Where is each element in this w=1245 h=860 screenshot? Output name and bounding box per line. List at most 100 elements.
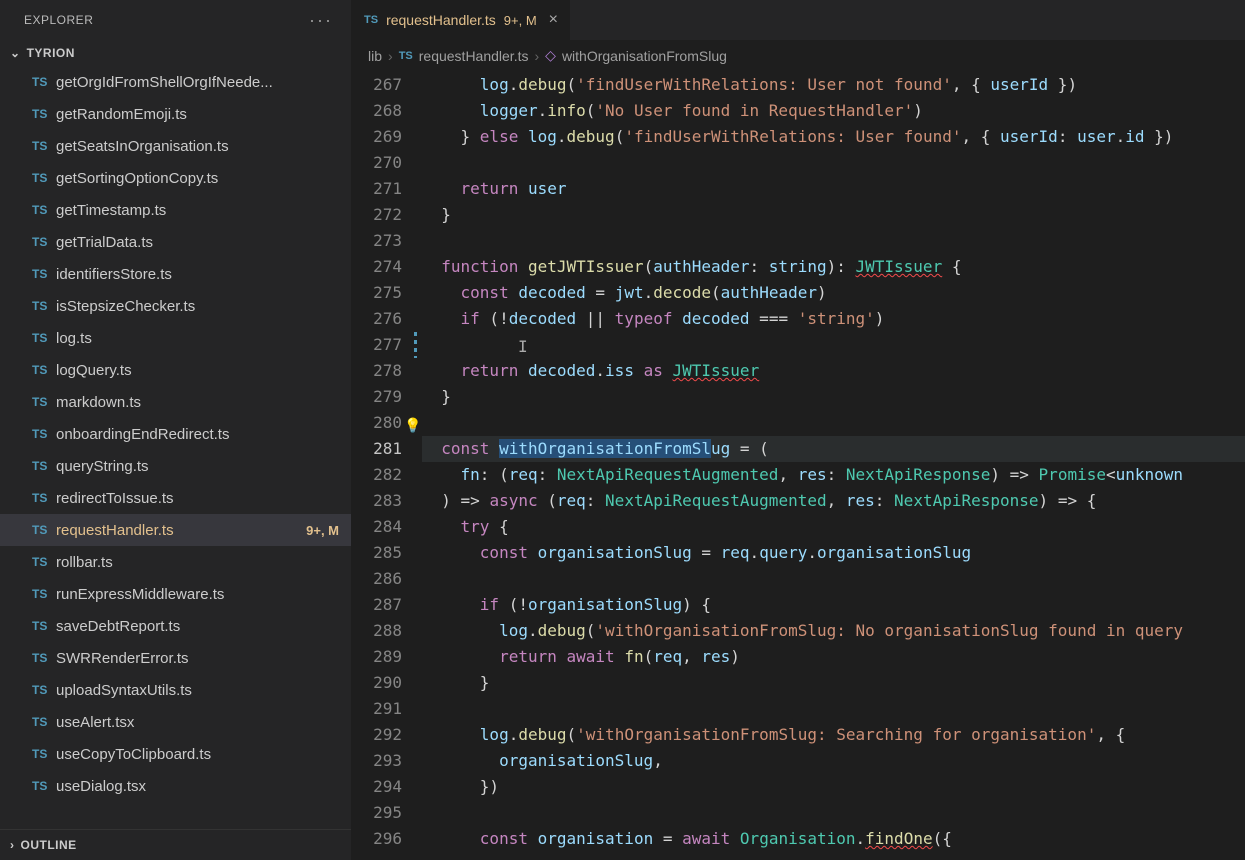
file-item[interactable]: TSgetTrialData.ts <box>0 226 351 258</box>
line-number: 272 <box>352 202 402 228</box>
file-item[interactable]: TSonboardingEndRedirect.ts <box>0 418 351 450</box>
editor-tab[interactable]: TS requestHandler.ts 9+, M × <box>352 0 571 40</box>
file-item[interactable]: TSrequestHandler.ts 9+, M <box>0 514 351 546</box>
code-line[interactable] <box>422 800 1245 826</box>
line-number: 270 <box>352 150 402 176</box>
lightbulb-icon[interactable]: 💡 <box>404 413 421 439</box>
code-line[interactable]: ) => async (req: NextApiRequestAugmented… <box>422 488 1245 514</box>
file-name: saveDebtReport.ts <box>56 618 339 635</box>
code-line[interactable]: return user <box>422 176 1245 202</box>
file-name: log.ts <box>56 330 339 347</box>
file-item[interactable]: TSidentifiersStore.ts <box>0 258 351 290</box>
file-item[interactable]: TSlogQuery.ts <box>0 354 351 386</box>
file-item[interactable]: TSuseAlert.tsx <box>0 706 351 738</box>
file-item[interactable]: TSgetOrgIdFromShellOrgIfNeede... <box>0 66 351 98</box>
ts-file-icon: TS <box>32 235 56 249</box>
ts-file-icon: TS <box>32 203 56 217</box>
breadcrumb-folder[interactable]: lib <box>368 48 382 64</box>
code-line[interactable]: } <box>422 202 1245 228</box>
file-item[interactable]: TSredirectToIssue.ts <box>0 482 351 514</box>
close-icon[interactable]: × <box>549 11 558 29</box>
file-name: onboardingEndRedirect.ts <box>56 426 339 443</box>
file-item[interactable]: TSSWRRenderError.ts <box>0 642 351 674</box>
file-item[interactable]: TSuseCopyToClipboard.ts <box>0 738 351 770</box>
code-line[interactable]: function getJWTIssuer(authHeader: string… <box>422 254 1245 280</box>
git-gutter-indicator <box>414 332 417 358</box>
file-item[interactable]: TSqueryString.ts <box>0 450 351 482</box>
code-line[interactable]: try { <box>422 514 1245 540</box>
outline-header[interactable]: › OUTLINE <box>0 829 351 860</box>
line-number: 277 <box>352 332 402 358</box>
sidebar-more-icon[interactable]: ··· <box>309 10 333 31</box>
ts-file-icon: TS <box>32 715 56 729</box>
file-name: SWRRenderError.ts <box>56 650 339 667</box>
file-item[interactable]: TSgetSeatsInOrganisation.ts <box>0 130 351 162</box>
file-name: useCopyToClipboard.ts <box>56 746 339 763</box>
file-item[interactable]: TSrollbar.ts <box>0 546 351 578</box>
code-line[interactable]: return await fn(req, res) <box>422 644 1245 670</box>
code-line[interactable]: const decoded = jwt.decode(authHeader) <box>422 280 1245 306</box>
code-line[interactable]: const organisation = await Organisation.… <box>422 826 1245 852</box>
code-line[interactable]: organisationSlug, <box>422 748 1245 774</box>
line-number: 280 <box>352 410 402 436</box>
file-name: uploadSyntaxUtils.ts <box>56 682 339 699</box>
code-line[interactable]: const organisationSlug = req.query.organ… <box>422 540 1245 566</box>
tabs-bar: TS requestHandler.ts 9+, M × <box>352 0 1245 40</box>
file-item[interactable]: TSuseDialog.tsx <box>0 770 351 802</box>
code-line[interactable]: log.debug('withOrganisationFromSlug: Sea… <box>422 722 1245 748</box>
code-line[interactable] <box>422 696 1245 722</box>
code-content[interactable]: log.debug('findUserWithRelations: User n… <box>422 72 1245 860</box>
file-item[interactable]: TSrunExpressMiddleware.ts <box>0 578 351 610</box>
file-name: requestHandler.ts <box>56 522 298 539</box>
code-line[interactable]: log.debug('withOrganisationFromSlug: No … <box>422 618 1245 644</box>
code-line[interactable] <box>422 228 1245 254</box>
code-line[interactable] <box>422 566 1245 592</box>
code-editor[interactable]: 2672682692702712722732742752762772782792… <box>352 72 1245 860</box>
code-line[interactable] <box>422 150 1245 176</box>
code-line[interactable]: if (!decoded || typeof decoded === 'stri… <box>422 306 1245 332</box>
file-name: markdown.ts <box>56 394 339 411</box>
file-name: getOrgIdFromShellOrgIfNeede... <box>56 74 339 91</box>
code-line[interactable]: if (!organisationSlug) { <box>422 592 1245 618</box>
line-number: 295 <box>352 800 402 826</box>
file-item[interactable]: TSuploadSyntaxUtils.ts <box>0 674 351 706</box>
ts-file-icon: TS <box>399 50 413 62</box>
file-item[interactable]: TSmarkdown.ts <box>0 386 351 418</box>
tab-modified-badge: 9+, M <box>504 13 537 28</box>
code-line[interactable]: const withOrganisationFromSlug = ( <box>422 436 1245 462</box>
line-number: 291 <box>352 696 402 722</box>
file-item[interactable]: TSisStepsizeChecker.ts <box>0 290 351 322</box>
code-line[interactable]: log.debug('findUserWithRelations: User n… <box>422 72 1245 98</box>
ts-file-icon: TS <box>32 107 56 121</box>
code-line[interactable]: logger.info('No User found in RequestHan… <box>422 98 1245 124</box>
ts-file-icon: TS <box>32 363 56 377</box>
file-item[interactable]: TSsaveDebtReport.ts <box>0 610 351 642</box>
breadcrumb-symbol[interactable]: withOrganisationFromSlug <box>562 48 727 64</box>
ts-file-icon: TS <box>32 523 56 537</box>
line-number: 271 <box>352 176 402 202</box>
chevron-right-icon: › <box>534 48 539 64</box>
code-line[interactable]: } else log.debug('findUserWithRelations:… <box>422 124 1245 150</box>
line-number: 273 <box>352 228 402 254</box>
project-header[interactable]: ⌄ TYRION <box>0 40 351 66</box>
line-number: 288 <box>352 618 402 644</box>
modified-badge: 9+, M <box>306 523 339 538</box>
code-line[interactable]: 💡 <box>422 410 1245 436</box>
code-line[interactable]: return decoded.iss as JWTIssuer <box>422 358 1245 384</box>
file-name: identifiersStore.ts <box>56 266 339 283</box>
code-line[interactable]: } <box>422 670 1245 696</box>
code-line[interactable]: } <box>422 384 1245 410</box>
text-cursor-icon: I <box>518 334 528 360</box>
code-line[interactable]: }) <box>422 774 1245 800</box>
breadcrumb-file[interactable]: requestHandler.ts <box>419 48 529 64</box>
file-name: runExpressMiddleware.ts <box>56 586 339 603</box>
breadcrumb[interactable]: lib › TS requestHandler.ts › ◇ withOrgan… <box>352 40 1245 72</box>
file-item[interactable]: TSgetTimestamp.ts <box>0 194 351 226</box>
code-line[interactable]: fn: (req: NextApiRequestAugmented, res: … <box>422 462 1245 488</box>
file-name: getSeatsInOrganisation.ts <box>56 138 339 155</box>
file-item[interactable]: TSgetSortingOptionCopy.ts <box>0 162 351 194</box>
file-item[interactable]: TSlog.ts <box>0 322 351 354</box>
ts-file-icon: TS <box>32 459 56 473</box>
file-item[interactable]: TSgetRandomEmoji.ts <box>0 98 351 130</box>
code-line[interactable]: I <box>422 332 1245 358</box>
